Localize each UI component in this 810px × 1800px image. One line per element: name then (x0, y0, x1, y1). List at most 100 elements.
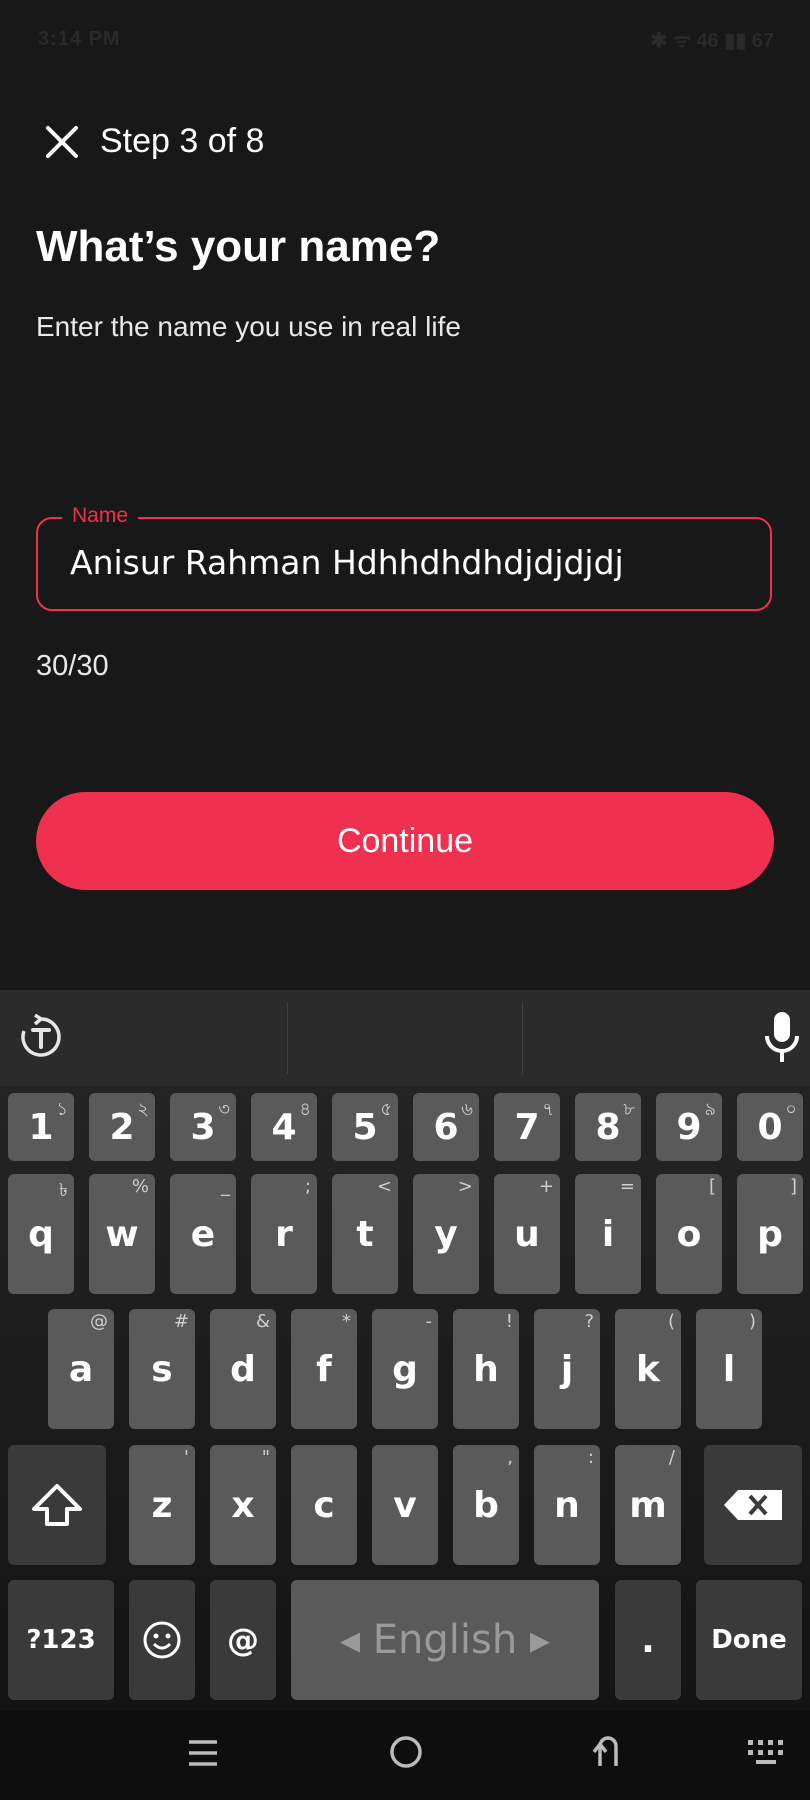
keyboard-toolbar (0, 990, 810, 1086)
shift-key[interactable] (8, 1445, 106, 1565)
key-secondary-label: + (538, 1176, 554, 1197)
key-label: i (601, 1213, 615, 1255)
key-label: h (473, 1348, 499, 1390)
back-button[interactable] (590, 1732, 626, 1770)
key-t[interactable]: t < (332, 1174, 398, 1294)
backspace-key[interactable] (704, 1445, 802, 1565)
key-8[interactable]: 8৮ (575, 1093, 641, 1161)
key-u[interactable]: u + (494, 1174, 560, 1294)
key-7[interactable]: 7৭ (494, 1093, 560, 1161)
continue-button[interactable]: Continue (36, 792, 774, 890)
key-secondary-label: ৳ (59, 1180, 68, 1201)
key-g[interactable]: g- (372, 1309, 438, 1429)
key-label: b (473, 1484, 499, 1526)
key-secondary-label: % (131, 1176, 149, 1197)
key-w[interactable]: w% (89, 1174, 155, 1294)
toolbar-divider (522, 1002, 523, 1074)
microphone-icon (765, 1012, 799, 1062)
key-z[interactable]: z ' (129, 1445, 195, 1565)
key-h[interactable]: h! (453, 1309, 519, 1429)
key-label: a (68, 1348, 94, 1390)
key-v[interactable]: v (372, 1445, 438, 1565)
close-icon (46, 126, 78, 158)
menu-icon (189, 1740, 217, 1766)
key-a[interactable]: a @ (48, 1309, 114, 1429)
key-n[interactable]: n: (534, 1445, 600, 1565)
mic-button[interactable] (762, 1010, 802, 1066)
key-label: p (757, 1213, 783, 1255)
key-9[interactable]: 9৯ (656, 1093, 722, 1161)
key-secondary-label: ৩ (218, 1099, 230, 1120)
key-j[interactable]: j? (534, 1309, 600, 1429)
key-2[interactable]: 2২ (89, 1093, 155, 1161)
key-i[interactable]: i = (575, 1174, 641, 1294)
key-p[interactable]: p] (737, 1174, 803, 1294)
status-time: 3:14 PM (38, 28, 121, 50)
key-5[interactable]: 5৫ (332, 1093, 398, 1161)
key-label: m (629, 1484, 667, 1526)
recent-apps-button[interactable] (186, 1736, 220, 1770)
key-r[interactable]: r; (251, 1174, 317, 1294)
key-1[interactable]: 1১ (8, 1093, 74, 1161)
key-secondary-label: ? (584, 1311, 594, 1332)
key-4[interactable]: 4৪ (251, 1093, 317, 1161)
key-label: 4 (271, 1106, 297, 1148)
key-label: n (554, 1484, 580, 1526)
key-label: 3 (190, 1106, 216, 1148)
key-c[interactable]: c (291, 1445, 357, 1565)
key-secondary-label: [ (708, 1176, 716, 1197)
key-label: r (275, 1213, 293, 1255)
key-d[interactable]: d & (210, 1309, 276, 1429)
key-secondary-label: ; (304, 1176, 311, 1197)
emoji-key[interactable] (129, 1580, 195, 1700)
key-3[interactable]: 3৩ (170, 1093, 236, 1161)
name-input[interactable]: Anisur Rahman Hdhhdhdhdjdjdjdj (36, 517, 772, 611)
key-secondary-label: ৯ (704, 1099, 716, 1120)
key-label: 2 (109, 1106, 135, 1148)
key-secondary-label: - (425, 1311, 433, 1332)
key-secondary-label: ৬ (461, 1099, 473, 1120)
key-label: 6 (433, 1106, 459, 1148)
key-label: w (105, 1213, 139, 1255)
key-secondary-label: ' (184, 1447, 189, 1468)
key-s[interactable]: s # (129, 1309, 195, 1429)
back-icon (592, 1736, 618, 1766)
key-e[interactable]: e _ (170, 1174, 236, 1294)
translate-toggle-button[interactable] (18, 1013, 64, 1060)
key-label: c (313, 1484, 335, 1526)
home-circle-icon (390, 1736, 422, 1768)
page-subtitle: Enter the name you use in real life (36, 311, 461, 342)
key-label: o (676, 1213, 702, 1255)
done-key[interactable]: Done (696, 1580, 802, 1700)
key-l[interactable]: l) (696, 1309, 762, 1429)
key-secondary-label: < (376, 1176, 392, 1197)
key-secondary-label: ! (505, 1311, 513, 1332)
key-y[interactable]: y > (413, 1174, 479, 1294)
key-label: d (230, 1348, 256, 1390)
key-label: z (151, 1484, 173, 1526)
backspace-icon (724, 1490, 782, 1520)
key-q[interactable]: q ৳ (8, 1174, 74, 1294)
period-key[interactable]: . (615, 1580, 681, 1700)
key-6[interactable]: 6৬ (413, 1093, 479, 1161)
key-0[interactable]: 0০ (737, 1093, 803, 1161)
key-label: 5 (352, 1106, 378, 1148)
key-x[interactable]: x " (210, 1445, 276, 1565)
home-button[interactable] (388, 1734, 424, 1770)
key-secondary-label: ] (789, 1176, 797, 1197)
key-secondary-label: ৮ (623, 1099, 635, 1120)
key-k[interactable]: k( (615, 1309, 681, 1429)
close-button[interactable] (44, 124, 80, 160)
key-label: x (231, 1484, 255, 1526)
key-b[interactable]: b, (453, 1445, 519, 1565)
key-f[interactable]: f * (291, 1309, 357, 1429)
space-key[interactable]: ◂ English ▸ (291, 1580, 599, 1700)
key-secondary-label: @ (90, 1311, 108, 1332)
key-secondary-label: : (587, 1447, 594, 1468)
key-o[interactable]: o[ (656, 1174, 722, 1294)
key-label: t (356, 1213, 374, 1255)
key-m[interactable]: m / (615, 1445, 681, 1565)
keyboard-hide-button[interactable] (746, 1738, 786, 1768)
symbols-key[interactable]: ?123 (8, 1580, 114, 1700)
at-key[interactable]: @ (210, 1580, 276, 1700)
